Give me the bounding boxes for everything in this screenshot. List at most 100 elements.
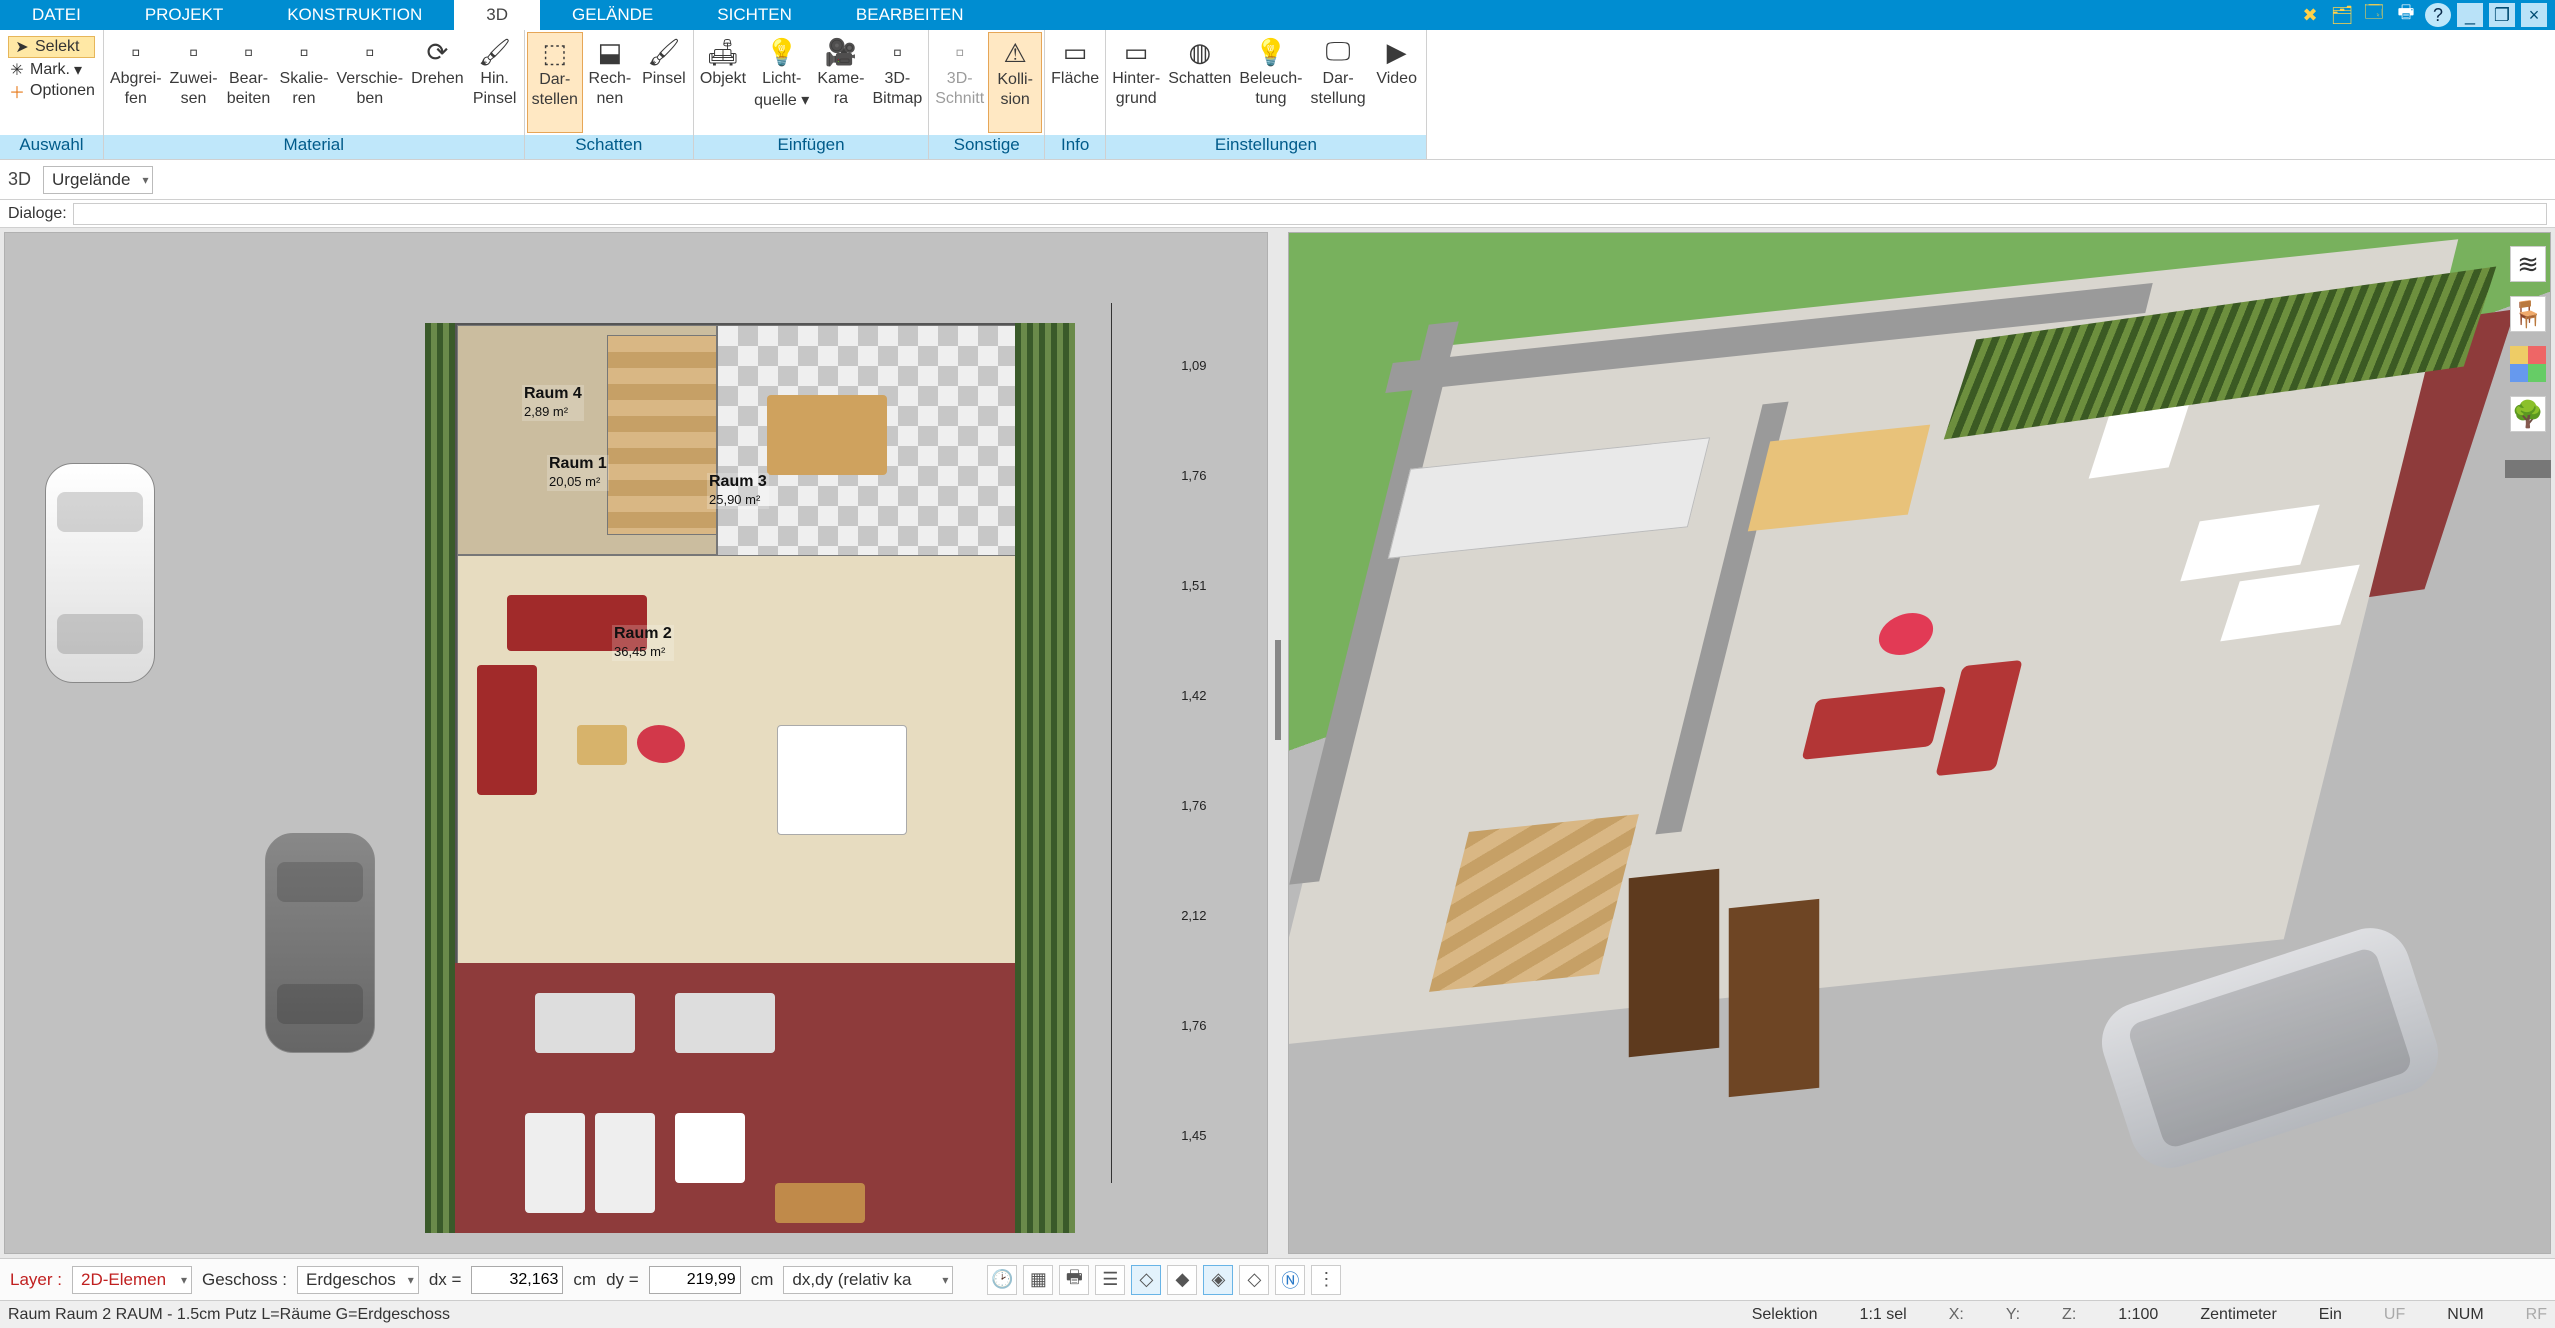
- material-icon-4: ▫: [351, 36, 389, 68]
- sonstige-btn-1[interactable]: ⚠Kolli-sion: [988, 32, 1042, 133]
- dx-input[interactable]: [471, 1266, 563, 1294]
- clock-icon[interactable]: 🕑: [987, 1265, 1017, 1295]
- sonstige-icon-1: ⚠: [996, 37, 1034, 69]
- schatten-btn-1[interactable]: ⬓Rech-nen: [583, 32, 637, 133]
- door1-3d: [1628, 869, 1718, 1057]
- car-2d: [45, 463, 155, 683]
- layers-icon[interactable]: ≋: [2510, 246, 2546, 282]
- material-btn-2[interactable]: ▫Bear-beiten: [222, 32, 276, 133]
- material-btn-3[interactable]: ▫Skalie-ren: [276, 32, 333, 133]
- dimension-column: 1,091,761,511,421,762,121,761,45: [1111, 303, 1211, 1183]
- workspace: Raum 42,89 m²Raum 120,05 m²Raum 325,90 m…: [0, 228, 2555, 1258]
- einfuegen-btn-3[interactable]: ▫3D-Bitmap: [868, 32, 926, 133]
- tool1-icon[interactable]: ✖: [2297, 3, 2323, 27]
- snap4-icon[interactable]: ◇: [1239, 1265, 1269, 1295]
- schatten-btn-2[interactable]: 🖌Pinsel: [637, 32, 691, 133]
- material-btn-4[interactable]: ▫Verschie-ben: [332, 32, 407, 133]
- coord-mode-select[interactable]: dx,dy (relativ ka: [783, 1266, 953, 1294]
- palette-icon[interactable]: [2510, 346, 2546, 382]
- chair2-2d: [595, 1113, 655, 1213]
- geschoss-select[interactable]: Erdgeschos: [297, 1266, 419, 1294]
- info-btn-0[interactable]: ▭Fläche: [1047, 32, 1103, 133]
- menu-gelaende[interactable]: GELÄNDE: [540, 0, 685, 30]
- status-ein: Ein: [2319, 1306, 2342, 1324]
- tool3-icon[interactable]: 🗔: [2361, 3, 2387, 27]
- material-btn-0[interactable]: ▫Abgrei-fen: [106, 32, 166, 133]
- menu-3d[interactable]: 3D: [454, 0, 540, 30]
- menu-konstruktion[interactable]: KONSTRUKTION: [255, 0, 454, 30]
- 3d-viewport[interactable]: [1288, 232, 2552, 1254]
- layer-select[interactable]: 2D-Elemen: [72, 1266, 192, 1294]
- mark-icon: ✳: [8, 61, 26, 79]
- window-close[interactable]: ×: [2521, 3, 2547, 27]
- material-btn-1[interactable]: ▫Zuwei-sen: [166, 32, 222, 133]
- lounge2-2d: [675, 993, 775, 1053]
- sonstige-btn-0[interactable]: ▫3D-Schnitt: [931, 32, 988, 133]
- kitchen-table-2d: [767, 395, 887, 475]
- material-btn-5[interactable]: ⟳Drehen: [407, 32, 467, 133]
- house-outline: Raum 42,89 m²Raum 120,05 m²Raum 325,90 m…: [455, 323, 1015, 963]
- tool2-icon[interactable]: 🗂: [2329, 3, 2355, 27]
- einstellungen-icon-1: ◍: [1181, 36, 1219, 68]
- status-rf: RF: [2526, 1306, 2547, 1324]
- main-menubar: DATEI PROJEKT KONSTRUKTION 3D GELÄNDE SI…: [0, 0, 2555, 30]
- einstellungen-btn-3[interactable]: 🖵Dar-stellung: [1307, 32, 1370, 133]
- material-btn-6[interactable]: 🖌Hin.Pinsel: [468, 32, 522, 133]
- tool-print-icon[interactable]: 🖶: [2393, 3, 2419, 27]
- toolbar-grip[interactable]: [2505, 460, 2551, 478]
- splitter[interactable]: [1272, 228, 1284, 1258]
- 2d-viewport[interactable]: Raum 42,89 m²Raum 120,05 m²Raum 325,90 m…: [4, 232, 1268, 1254]
- menu-sichten[interactable]: SICHTEN: [685, 0, 824, 30]
- car-2d-2: [265, 833, 375, 1053]
- nav-circle-icon[interactable]: Ⓝ: [1275, 1265, 1305, 1295]
- einstellungen-icon-4: ▶: [1378, 36, 1416, 68]
- status-y: Y:: [2006, 1306, 2020, 1324]
- menu-bearbeiten[interactable]: BEARBEITEN: [824, 0, 996, 30]
- tree-icon[interactable]: 🌳: [2510, 396, 2546, 432]
- group-info-label: Info: [1045, 135, 1105, 159]
- einstellungen-btn-1[interactable]: ◍Schatten: [1164, 32, 1235, 133]
- dialoge-input[interactable]: [73, 203, 2547, 225]
- furniture-icon[interactable]: 🪑: [2510, 296, 2546, 332]
- layer-dropdown[interactable]: Urgelände: [43, 166, 153, 194]
- dim-right-4: 1,76: [1181, 798, 1206, 813]
- more-icon[interactable]: ⋮: [1311, 1265, 1341, 1295]
- status-num: NUM: [2447, 1306, 2483, 1324]
- dialoge-row: Dialoge:: [0, 200, 2555, 228]
- sofa-red-2: [477, 665, 537, 795]
- schatten-btn-0[interactable]: ⬚Dar-stellen: [527, 32, 583, 133]
- einstellungen-btn-0[interactable]: ▭Hinter-grund: [1108, 32, 1164, 133]
- snap3-icon[interactable]: ◈: [1203, 1265, 1233, 1295]
- group-auswahl-label: Auswahl: [0, 135, 103, 159]
- selekt-button[interactable]: ➤Selekt: [8, 36, 95, 58]
- window-restore[interactable]: ❐: [2489, 3, 2515, 27]
- einstellungen-btn-4[interactable]: ▶Video: [1370, 32, 1424, 133]
- snap1-icon[interactable]: ◇: [1131, 1265, 1161, 1295]
- einstellungen-btn-2[interactable]: 💡Beleuch-tung: [1235, 32, 1306, 133]
- dy-input[interactable]: [649, 1266, 741, 1294]
- status-x: X:: [1949, 1306, 1964, 1324]
- einfuegen-btn-1[interactable]: 💡Licht-quelle ▾: [750, 32, 813, 133]
- printer-icon[interactable]: 🖶: [1059, 1265, 1089, 1295]
- snap2-icon[interactable]: ◆: [1167, 1265, 1197, 1295]
- cursor-icon: ➤: [13, 38, 31, 56]
- bottom-bar: Layer : 2D-Elemen Geschoss : Erdgeschos …: [0, 1258, 2555, 1300]
- einfuegen-btn-2[interactable]: 🎥Kame-ra: [813, 32, 868, 133]
- dy-unit: cm: [751, 1270, 774, 1290]
- door2-3d: [1728, 899, 1818, 1097]
- status-left: Raum Raum 2 RAUM - 1.5cm Putz L=Räume G=…: [8, 1306, 450, 1324]
- bottom-icons: 🕑 ▦ 🖶 ☰ ◇ ◆ ◈ ◇ Ⓝ ⋮: [987, 1265, 1341, 1295]
- stack-icon[interactable]: ☰: [1095, 1265, 1125, 1295]
- dx-unit: cm: [573, 1270, 596, 1290]
- mark-button[interactable]: ✳Mark. ▾: [8, 60, 95, 80]
- einfuegen-btn-0[interactable]: 🛋Objekt: [696, 32, 750, 133]
- room-label-3: Raum 236,45 m²: [612, 625, 674, 661]
- menu-projekt[interactable]: PROJEKT: [113, 0, 255, 30]
- optionen-button[interactable]: ＋Optionen: [8, 82, 95, 100]
- help-icon[interactable]: ?: [2425, 3, 2451, 27]
- grid-icon[interactable]: ▦: [1023, 1265, 1053, 1295]
- window-minimize[interactable]: _: [2457, 3, 2483, 27]
- coffee-table: [577, 725, 627, 765]
- menu-datei[interactable]: DATEI: [0, 0, 113, 30]
- schatten-icon-1: ⬓: [591, 36, 629, 68]
